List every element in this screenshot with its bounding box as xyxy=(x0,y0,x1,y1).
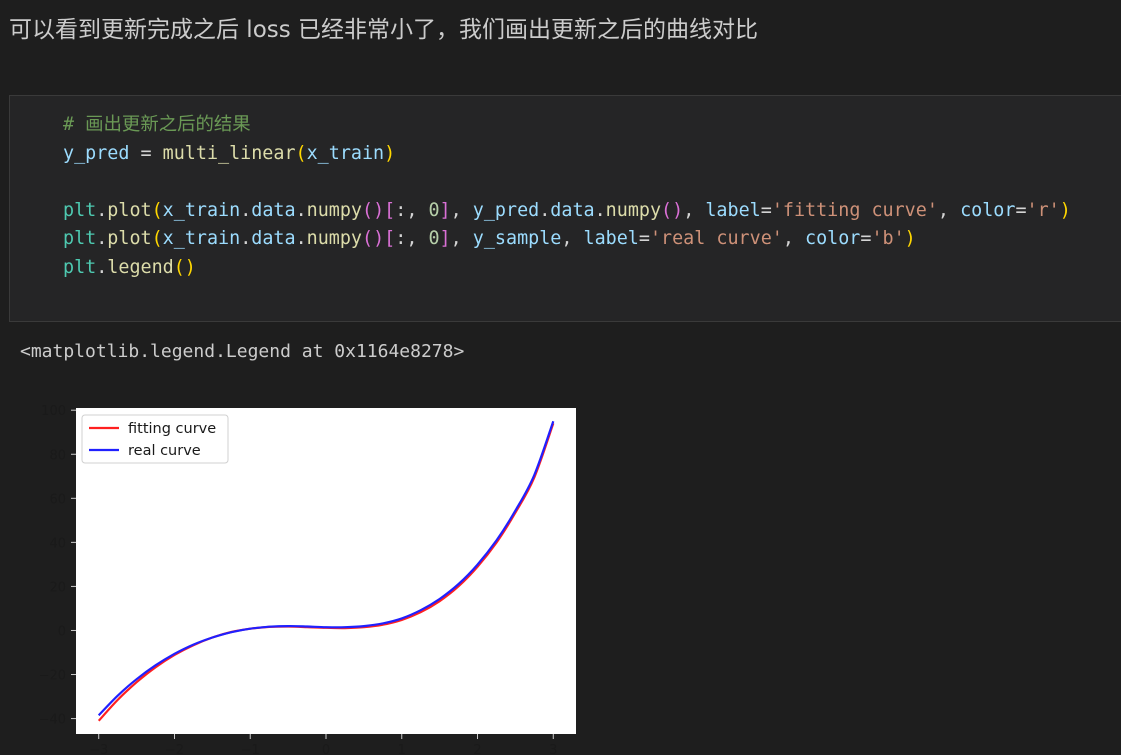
y-tick-label: 100 xyxy=(41,404,66,419)
code-line: # 画出更新之后的结果 xyxy=(63,111,1071,140)
y-tick-label: 0 xyxy=(58,624,66,639)
code-token: 'r' xyxy=(1026,199,1060,221)
code-token: x_train xyxy=(162,228,241,250)
code-token: data xyxy=(550,199,595,221)
code-token: . xyxy=(96,199,108,221)
code-token: 'real curve' xyxy=(649,228,783,250)
code-token: ( xyxy=(151,228,163,250)
code-token: numpy xyxy=(306,199,363,221)
x-tick-label: −3 xyxy=(89,743,108,755)
code-token: ) xyxy=(1059,199,1071,221)
code-token: legend xyxy=(107,256,174,278)
code-token: 'b' xyxy=(871,228,905,250)
code-token: plt xyxy=(63,256,97,278)
code-token: 'fitting curve' xyxy=(771,199,938,221)
y-tick-label: 80 xyxy=(49,448,66,463)
code-token: multi_linear xyxy=(162,142,296,164)
plot-output: 100 80 60 40 20 0 −20 −40 −3 −2 −1 0 1 2 3 fitting cur… xyxy=(0,395,600,755)
code-token: ) xyxy=(904,228,916,250)
code-token: y_sample xyxy=(472,228,562,250)
code-line: plt.plot(x_train.data.numpy()[:, 0], y_p… xyxy=(63,197,1071,226)
code-token: numpy xyxy=(306,228,363,250)
code-line: y_pred = multi_linear(x_train) xyxy=(63,140,1071,169)
code-token: , xyxy=(561,228,584,250)
code-token: data xyxy=(251,228,296,250)
x-tick-label: 2 xyxy=(473,743,481,755)
code-token: :, xyxy=(395,228,429,250)
code-line: plt.plot(x_train.data.numpy()[:, 0], y_s… xyxy=(63,225,1071,254)
code-token: () xyxy=(362,228,385,250)
code-token: () xyxy=(173,256,196,278)
code-token: ) xyxy=(384,142,396,164)
code-token: , xyxy=(782,228,805,250)
code-token: [ xyxy=(384,228,396,250)
x-tick-label: −2 xyxy=(165,743,184,755)
code-token: , xyxy=(450,199,473,221)
code-token: , xyxy=(683,199,706,221)
x-tick-label: 0 xyxy=(322,743,330,755)
code-token: , xyxy=(450,228,473,250)
code-token: ] xyxy=(439,228,451,250)
code-token: plt xyxy=(63,199,97,221)
code-token: numpy xyxy=(605,199,662,221)
x-tick-label: 3 xyxy=(549,743,557,755)
code-token: plot xyxy=(107,228,152,250)
code-token: 0 xyxy=(428,199,440,221)
code-token: () xyxy=(661,199,684,221)
code-token: . xyxy=(539,199,551,221)
code-token: = xyxy=(760,199,772,221)
y-tick-label: −40 xyxy=(39,713,66,728)
y-tick-label: 40 xyxy=(49,536,66,551)
code-token: color xyxy=(960,199,1016,221)
code-token: , xyxy=(937,199,961,221)
code-token: data xyxy=(251,199,296,221)
line-chart: 100 80 60 40 20 0 −20 −40 −3 −2 −1 0 1 2 3 fitting cur… xyxy=(39,404,576,755)
code-token: = xyxy=(129,142,163,164)
code-token: x_train xyxy=(306,142,385,164)
code-token: x_train xyxy=(162,199,241,221)
code-token: . xyxy=(240,199,252,221)
code-token: . xyxy=(295,199,307,221)
code-token: ( xyxy=(295,142,307,164)
code-token: 0 xyxy=(428,228,440,250)
x-tick-label: 1 xyxy=(398,743,406,755)
code-token: y_pred xyxy=(63,142,130,164)
code-token: . xyxy=(240,228,252,250)
code-token: label xyxy=(705,199,761,221)
y-tick-label: 20 xyxy=(49,580,66,595)
code-token: label xyxy=(583,228,639,250)
cell-output-text: <matplotlib.legend.Legend at 0x1164e8278… xyxy=(20,341,465,362)
code-token: ] xyxy=(439,199,451,221)
legend-label: real curve xyxy=(128,443,201,459)
legend: fitting curve real curve xyxy=(81,414,229,464)
code-token: . xyxy=(295,228,307,250)
code-token: y_pred xyxy=(472,199,540,221)
code-token: [ xyxy=(384,199,396,221)
code-token: color xyxy=(805,228,861,250)
code-token: . xyxy=(96,228,108,250)
code-token: . xyxy=(594,199,606,221)
code-editor[interactable]: # 画出更新之后的结果 y_pred = multi_linear(x_train… xyxy=(63,111,1071,283)
legend-label: fitting curve xyxy=(128,421,216,437)
code-token: # 画出更新之后的结果 xyxy=(63,114,251,135)
markdown-cell-text: 可以看到更新完成之后 loss 已经非常小了，我们画出更新之后的曲线对比 xyxy=(9,17,759,43)
code-token: = xyxy=(1015,199,1027,221)
code-line: plt.legend() xyxy=(63,254,1071,283)
x-tick-label: −1 xyxy=(241,743,260,755)
y-tick-label: −20 xyxy=(39,669,66,684)
y-tick-label: 60 xyxy=(49,492,66,507)
code-token: . xyxy=(96,256,108,278)
code-token: plot xyxy=(107,199,152,221)
code-token: = xyxy=(860,228,872,250)
code-cell[interactable]: # 画出更新之后的结果 y_pred = multi_linear(x_train… xyxy=(9,95,1121,322)
code-token: ( xyxy=(151,199,163,221)
code-token: () xyxy=(362,199,385,221)
code-token: plt xyxy=(63,228,97,250)
code-token: :, xyxy=(395,199,429,221)
code-token: = xyxy=(638,228,650,250)
